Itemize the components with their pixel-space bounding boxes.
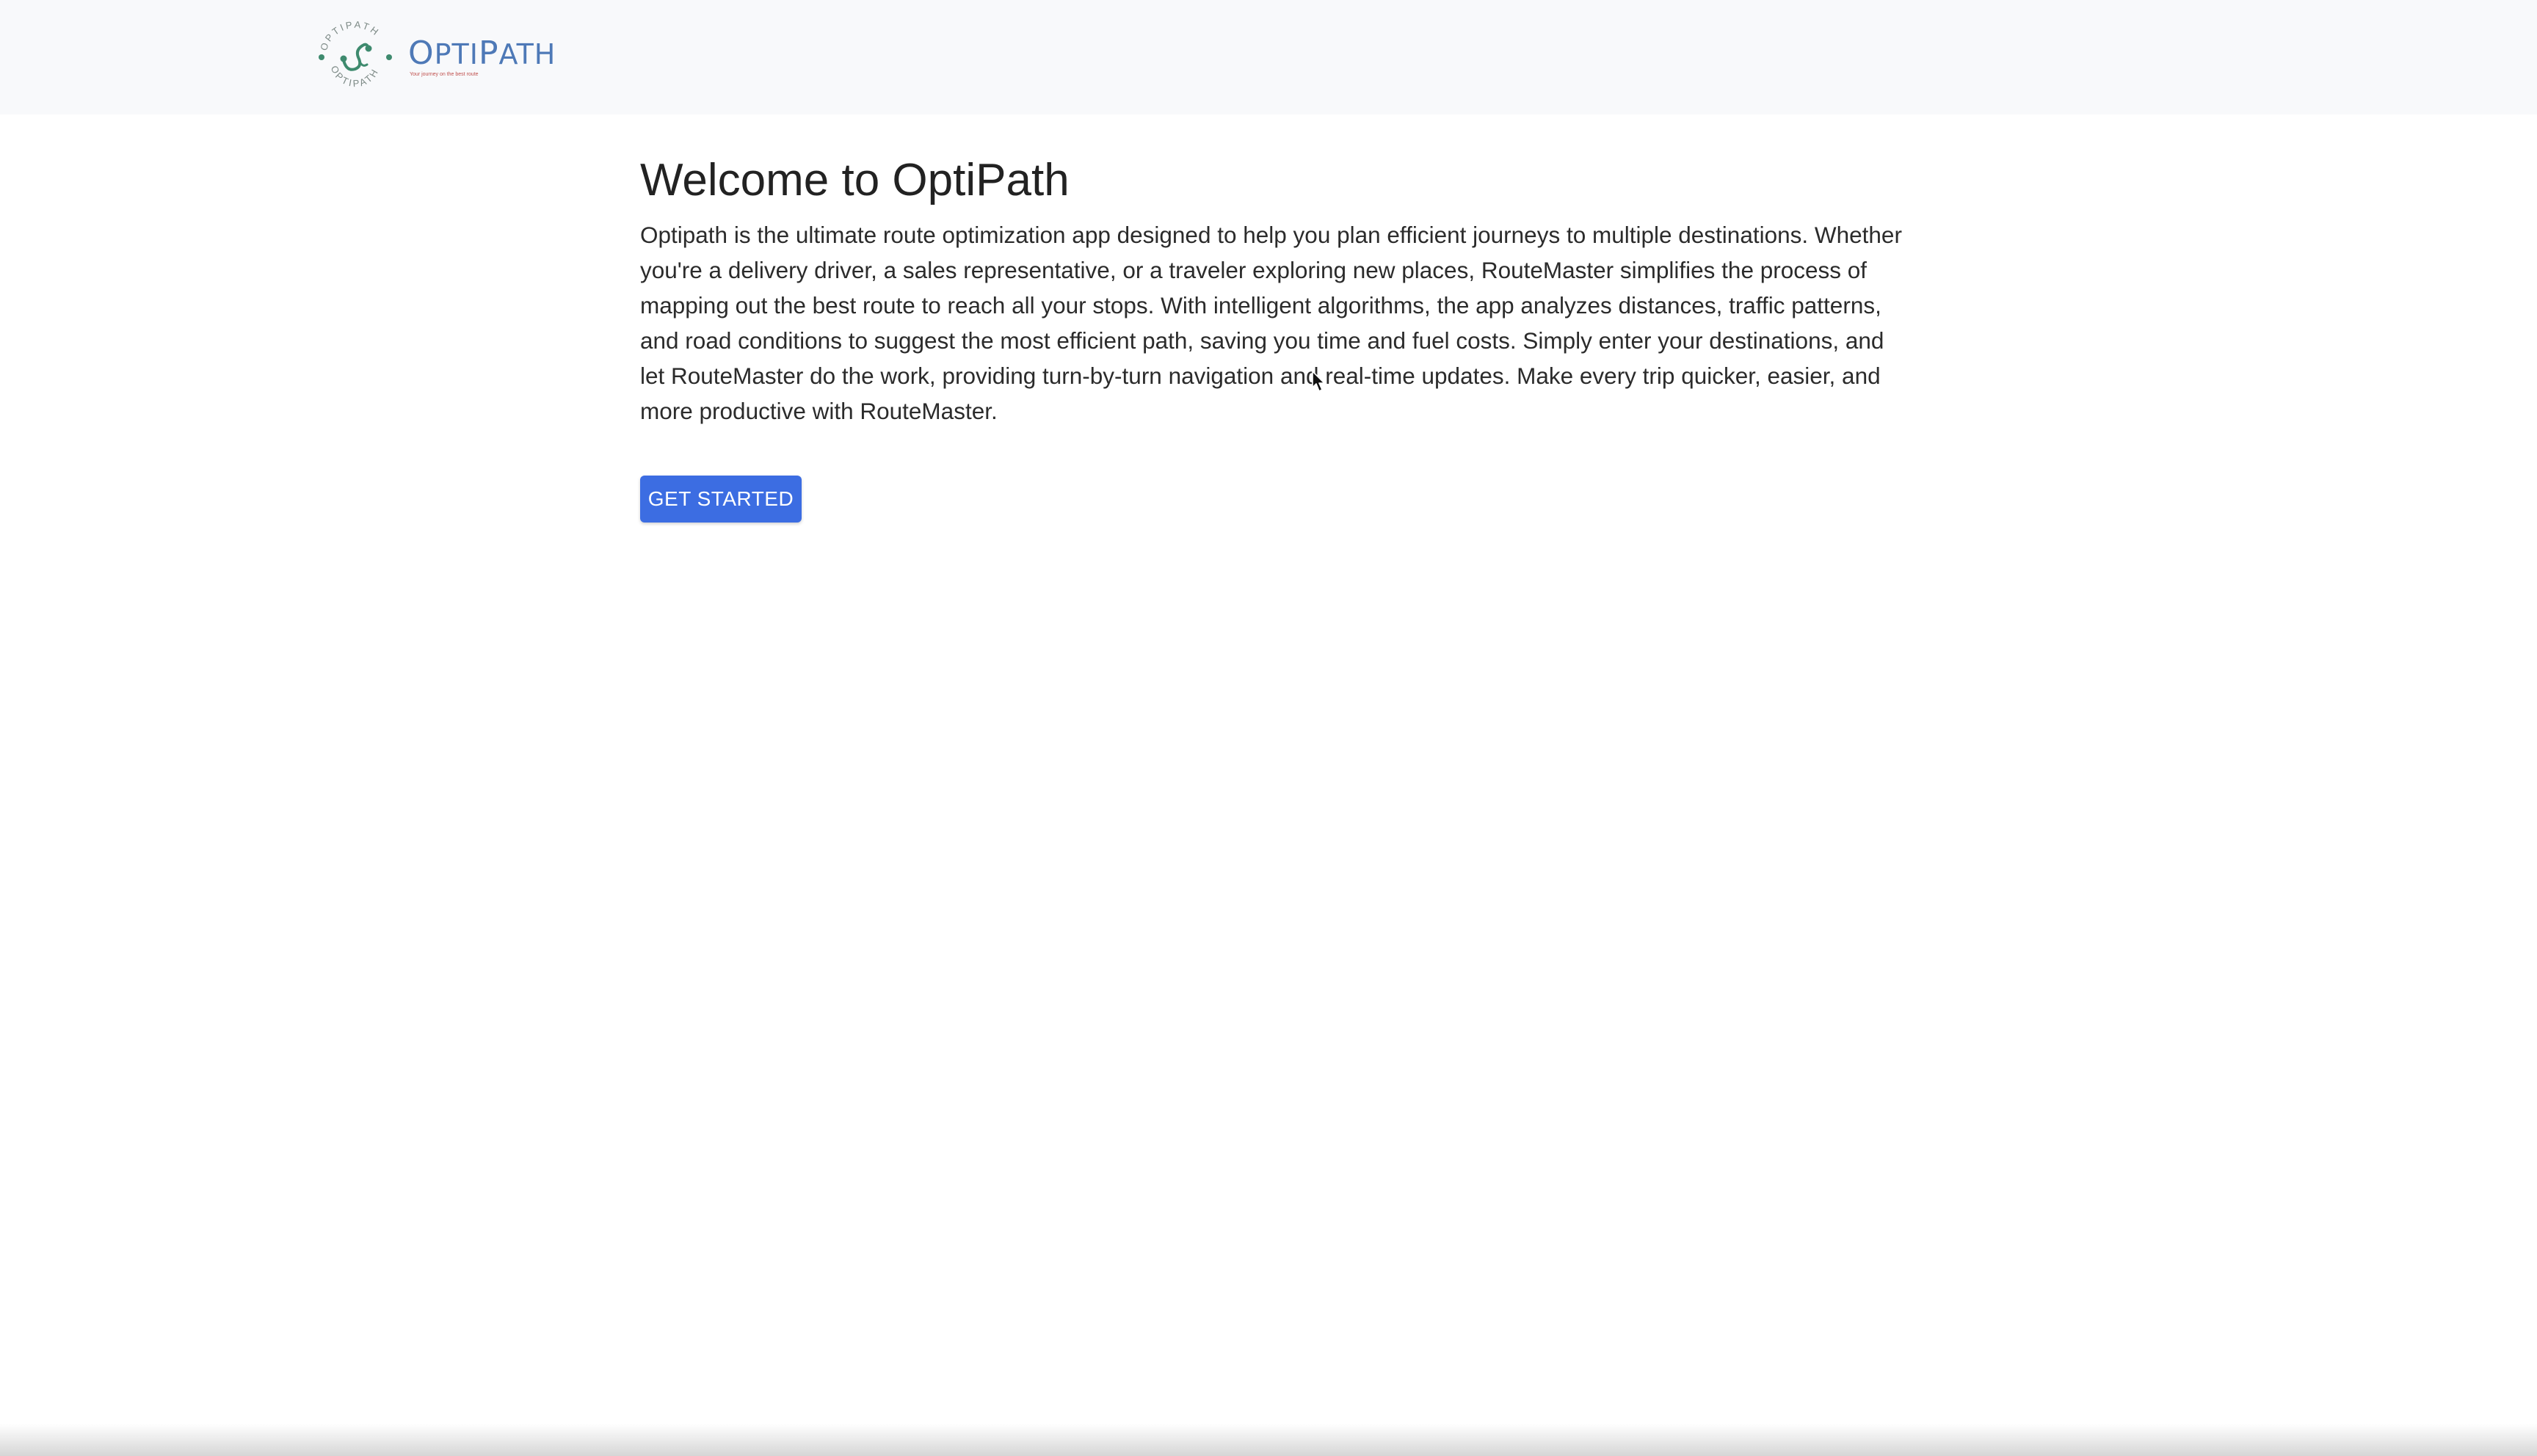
- logo-wordmark: OPTIPATH Your journey on the best route: [408, 37, 556, 78]
- logo-ring-text-top: OPTIPATH: [318, 19, 380, 52]
- get-started-button[interactable]: GET STARTED: [640, 476, 802, 523]
- app-description: Optipath is the ultimate route optimizat…: [640, 222, 1902, 424]
- welcome-section: Welcome to OptiPath Optipath is the ulti…: [640, 144, 1903, 429]
- bottom-edge-shadow: [0, 1424, 2537, 1456]
- page-title: Welcome to OptiPath: [640, 155, 1070, 205]
- svg-text:OPTIPATH: OPTIPATH: [318, 19, 382, 52]
- optipath-logo[interactable]: OPTIPATH OPTIPATH OPTIPATH Your journey …: [314, 16, 556, 98]
- top-navbar: OPTIPATH OPTIPATH OPTIPATH Your journey …: [0, 0, 2537, 114]
- mouse-pointer-icon: [1312, 371, 1325, 392]
- optipath-logo-icon: OPTIPATH OPTIPATH: [318, 19, 392, 89]
- logo-name: OPTIPATH: [408, 34, 556, 72]
- logo-tagline: Your journey on the best route: [410, 71, 479, 77]
